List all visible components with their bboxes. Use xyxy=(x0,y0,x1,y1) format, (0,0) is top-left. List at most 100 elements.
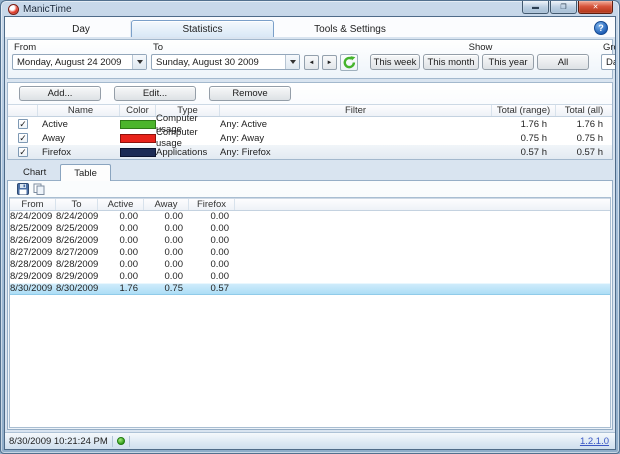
to-date-combobox[interactable]: Sunday, August 30 2009 xyxy=(151,54,300,70)
maximize-button[interactable]: ❐ xyxy=(550,1,577,14)
cell-to: 8/27/2009 xyxy=(56,247,99,258)
column-header-active[interactable]: Active xyxy=(98,199,144,210)
status-timestamp: 8/30/2009 10:21:24 PM xyxy=(9,435,108,447)
filter-expression: Any: Firefox xyxy=(220,146,271,158)
color-swatch xyxy=(120,147,156,157)
table-row[interactable]: 8/24/2009 8/24/2009 0.00 0.00 0.00 xyxy=(10,211,610,223)
table-row[interactable]: 8/29/2009 8/29/2009 0.00 0.00 0.00 xyxy=(10,271,610,283)
next-range-button[interactable]: ► xyxy=(322,55,337,70)
filters-panel: Add... Edit... Remove Name Color Type Fi… xyxy=(7,82,613,160)
column-header-firefox[interactable]: Firefox xyxy=(189,199,235,210)
table-row[interactable]: 8/25/2009 8/25/2009 0.00 0.00 0.00 xyxy=(10,223,610,235)
window-title: ManicTime xyxy=(23,3,72,15)
group-by-value: Day xyxy=(606,56,615,68)
cell-away: 0.00 xyxy=(164,247,184,258)
tab-chart[interactable]: Chart xyxy=(9,163,60,180)
cell-from: 8/25/2009 xyxy=(10,223,53,234)
from-dropdown-icon[interactable] xyxy=(132,55,146,69)
tracking-status-icon xyxy=(116,437,125,445)
help-icon[interactable]: ? xyxy=(594,21,608,35)
save-icon[interactable] xyxy=(16,183,29,196)
column-header-total-all[interactable]: Total (all) xyxy=(556,105,612,116)
cell-active: 0.00 xyxy=(119,211,139,222)
tab-statistics[interactable]: Statistics xyxy=(131,20,274,37)
cell-from: 8/24/2009 xyxy=(10,211,53,222)
add-filter-button[interactable]: Add... xyxy=(19,86,101,101)
table-row[interactable]: 8/27/2009 8/27/2009 0.00 0.00 0.00 xyxy=(10,247,610,259)
color-swatch xyxy=(120,119,156,129)
remove-filter-button[interactable]: Remove xyxy=(209,86,291,101)
cell-away: 0.75 xyxy=(164,283,184,294)
show-this-month-button[interactable]: This month xyxy=(423,54,479,70)
filter-name: Away xyxy=(42,132,66,144)
filter-checkbox[interactable]: ✓ xyxy=(18,147,28,157)
table-row[interactable]: 8/26/2009 8/26/2009 0.00 0.00 0.00 xyxy=(10,235,610,247)
cell-active: 0.00 xyxy=(119,271,139,282)
column-header-away[interactable]: Away xyxy=(144,199,189,210)
column-header-filter[interactable]: Filter xyxy=(220,105,492,116)
date-toolbar: From Monday, August 24 2009 To Sunday, A… xyxy=(7,39,615,79)
column-header-name[interactable]: Name xyxy=(38,105,120,116)
cell-to: 8/26/2009 xyxy=(56,235,99,246)
table-row[interactable]: 8/28/2009 8/28/2009 0.00 0.00 0.00 xyxy=(10,259,610,271)
filter-checkbox[interactable]: ✓ xyxy=(18,119,28,129)
status-separator xyxy=(111,435,113,447)
cell-away: 0.00 xyxy=(164,271,184,282)
cell-away: 0.00 xyxy=(164,259,184,270)
group-by-label: Group by xyxy=(603,42,615,53)
table-empty-space xyxy=(10,295,610,427)
minimize-button[interactable]: ▬ xyxy=(522,1,549,14)
to-dropdown-icon[interactable] xyxy=(285,55,299,69)
from-date-combobox[interactable]: Monday, August 24 2009 xyxy=(12,54,147,70)
show-this-week-button[interactable]: This week xyxy=(370,54,420,70)
client-area: Day Statistics Tools & Settings ? From M… xyxy=(4,16,616,450)
cell-firefox: 0.00 xyxy=(210,211,230,222)
cell-to: 8/25/2009 xyxy=(56,223,99,234)
view-tabstrip: Chart Table xyxy=(7,163,613,181)
cell-away: 0.00 xyxy=(164,235,184,246)
close-button[interactable]: ✕ xyxy=(578,1,613,14)
filter-row[interactable]: ✓ Active Computer usage Any: Active 1.76… xyxy=(8,113,612,135)
tab-tools-settings[interactable]: Tools & Settings xyxy=(274,20,426,37)
filter-total-range: 1.76 h xyxy=(520,118,547,130)
column-header-to[interactable]: To xyxy=(56,199,98,210)
cell-firefox: 0.00 xyxy=(210,259,230,270)
show-label: Show xyxy=(468,42,493,53)
filter-total-all: 1.76 h xyxy=(576,118,603,130)
filter-row[interactable]: ✓ Firefox Applications Any: Firefox 0.57… xyxy=(8,145,612,159)
copy-icon[interactable] xyxy=(32,183,45,196)
column-header-color[interactable]: Color xyxy=(120,105,156,116)
show-this-year-button[interactable]: This year xyxy=(482,54,534,70)
group-by-select[interactable]: Day xyxy=(601,54,615,70)
cell-away: 0.00 xyxy=(164,211,184,222)
filter-name: Firefox xyxy=(42,146,72,158)
tab-day[interactable]: Day xyxy=(31,20,131,37)
app-logo-icon xyxy=(8,3,19,15)
to-label: To xyxy=(153,42,164,53)
refresh-button[interactable] xyxy=(340,54,358,71)
table-row[interactable]: 8/30/2009 8/30/2009 1.76 0.75 0.57 xyxy=(10,283,610,295)
cell-active: 1.76 xyxy=(119,283,139,294)
main-tabstrip: Day Statistics Tools & Settings ? xyxy=(5,17,615,37)
filter-checkbox[interactable]: ✓ xyxy=(18,133,28,143)
filter-total-range: 0.57 h xyxy=(520,146,547,158)
manictime-window: ManicTime ▬ ❐ ✕ Day Statistics Tools & S… xyxy=(0,0,620,454)
filter-expression: Any: Away xyxy=(220,132,265,144)
filter-row[interactable]: ✓ Away Computer usage Any: Away 0.75 h 0… xyxy=(8,127,612,149)
previous-range-button[interactable]: ◄ xyxy=(304,55,319,70)
cell-active: 0.00 xyxy=(119,223,139,234)
cell-from: 8/30/2009 xyxy=(10,283,53,294)
version-link[interactable]: 1.2.1.0 xyxy=(580,436,609,447)
column-header-total-range[interactable]: Total (range) xyxy=(492,105,556,116)
column-header-checkbox[interactable] xyxy=(8,105,38,116)
refresh-icon xyxy=(343,56,355,69)
show-all-button[interactable]: All xyxy=(537,54,589,70)
to-date-value: Sunday, August 30 2009 xyxy=(156,56,259,68)
edit-filter-button[interactable]: Edit... xyxy=(114,86,196,101)
column-header-from[interactable]: From xyxy=(10,199,56,210)
filter-expression: Any: Active xyxy=(220,118,267,130)
from-date-value: Monday, August 24 2009 xyxy=(17,56,122,68)
cell-firefox: 0.00 xyxy=(210,223,230,234)
tab-table[interactable]: Table xyxy=(60,164,111,181)
content-area: From Monday, August 24 2009 To Sunday, A… xyxy=(5,37,615,432)
